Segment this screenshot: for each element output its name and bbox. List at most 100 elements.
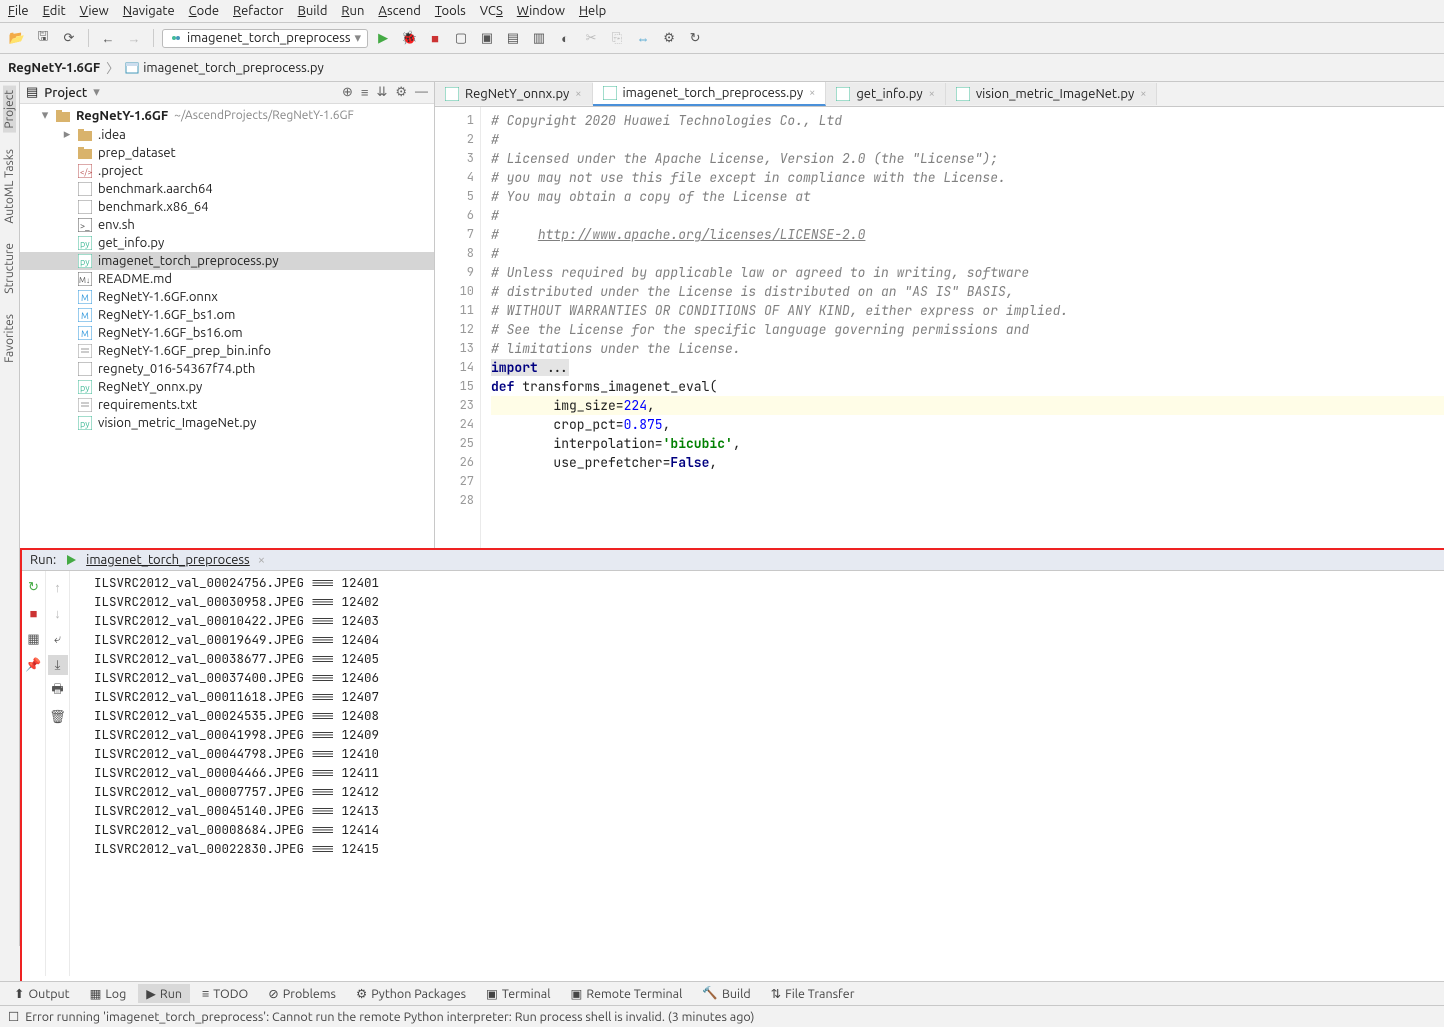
tree-item-readme-md[interactable]: M↓README.md xyxy=(20,270,434,288)
tb9-icon[interactable]: ⚙ xyxy=(658,27,680,49)
stop-icon[interactable]: ■ xyxy=(424,27,446,49)
tool-output[interactable]: ⬆Output xyxy=(6,984,78,1003)
tool-log[interactable]: ▦Log xyxy=(82,984,135,1003)
status-icon: ☐ xyxy=(8,1009,19,1024)
debug-icon[interactable]: 🐞 xyxy=(398,27,420,49)
menu-help[interactable]: Help xyxy=(579,4,606,18)
tree-item-get-info-py[interactable]: pyget_info.py xyxy=(20,234,434,252)
scroll-icon[interactable]: ⤓ xyxy=(48,655,68,675)
tool-file-transfer[interactable]: ⇅File Transfer xyxy=(763,984,863,1003)
tool-terminal[interactable]: ▣Terminal xyxy=(478,984,558,1003)
tb5-icon[interactable]: ◐ xyxy=(554,27,576,49)
problems-icon: ⊘ xyxy=(268,986,278,1001)
tb4-icon[interactable]: ▥ xyxy=(528,27,550,49)
rail-project[interactable]: Project xyxy=(3,86,16,133)
close-icon[interactable]: × xyxy=(575,88,581,100)
print-icon[interactable]: 🖶 xyxy=(48,681,68,701)
crumb-file[interactable]: imagenet_torch_preprocess.py xyxy=(143,61,324,75)
pin-icon[interactable]: 📌 xyxy=(24,655,44,675)
refresh-icon[interactable]: ⟳ xyxy=(58,27,80,49)
menu-edit[interactable]: Edit xyxy=(43,4,66,18)
layout-icon[interactable]: ▦ xyxy=(24,629,44,649)
menu-run[interactable]: Run xyxy=(341,4,364,18)
tree-item-regnety-1-6gf-bs16-om[interactable]: MRegNetY-1.6GF_bs16.om xyxy=(20,324,434,342)
tree-item--project[interactable]: </>.project xyxy=(20,162,434,180)
tree-item-regnety-016-54367f74-pth[interactable]: regnety_016-54367f74.pth xyxy=(20,360,434,378)
close-icon[interactable]: × xyxy=(1140,88,1146,100)
close-icon[interactable]: × xyxy=(258,553,265,567)
locate-icon[interactable]: ⊕ xyxy=(342,85,353,100)
tree-item--idea[interactable]: ▸.idea xyxy=(20,125,434,144)
tree-item-benchmark-aarch64[interactable]: benchmark.aarch64 xyxy=(20,180,434,198)
tree-root[interactable]: ▾RegNetY-1.6GF ~/AscendProjects/RegNetY-… xyxy=(20,106,434,125)
output-icon: ⬆ xyxy=(14,986,24,1001)
rerun-icon[interactable]: ↻ xyxy=(24,577,44,597)
tool-remote-terminal[interactable]: ▣Remote Terminal xyxy=(563,984,691,1003)
run-config-selector[interactable]: imagenet_torch_preprocess ▾ xyxy=(162,29,368,48)
menu-window[interactable]: Window xyxy=(517,4,565,18)
menu-file[interactable]: File xyxy=(8,4,29,18)
tb8-icon[interactable]: ⇔ xyxy=(632,27,654,49)
forward-icon[interactable]: → xyxy=(123,27,145,49)
menu-build[interactable]: Build xyxy=(298,4,328,18)
run-icon: ▶ xyxy=(146,986,156,1001)
dropdown-icon[interactable]: ▾ xyxy=(93,85,100,100)
up-icon[interactable]: ↑ xyxy=(48,577,68,597)
tool-python-packages[interactable]: ⚙Python Packages xyxy=(348,984,474,1003)
rail-automl-tasks[interactable]: AutoML Tasks xyxy=(3,145,16,228)
tb1-icon[interactable]: ▢ xyxy=(450,27,472,49)
gear-icon[interactable]: ⚙ xyxy=(395,85,407,100)
tree-item-regnety-1-6gf-onnx[interactable]: MRegNetY-1.6GF.onnx xyxy=(20,288,434,306)
tab-regnety-onnx-py[interactable]: RegNetY_onnx.py× xyxy=(435,83,593,105)
svg-text:M: M xyxy=(81,311,89,321)
tool-problems[interactable]: ⊘Problems xyxy=(260,984,344,1003)
menu-view[interactable]: View xyxy=(80,4,109,18)
menu-vcs[interactable]: VCS xyxy=(480,4,503,18)
wrap-icon[interactable]: ⤶ xyxy=(48,629,68,649)
menu-ascend[interactable]: Ascend xyxy=(378,4,420,18)
run-icon[interactable]: ▶ xyxy=(372,27,394,49)
tool-run[interactable]: ▶Run xyxy=(138,984,190,1003)
tb3-icon[interactable]: ▤ xyxy=(502,27,524,49)
open-icon[interactable]: 📂 xyxy=(6,27,28,49)
tree-item-prep-dataset[interactable]: prep_dataset xyxy=(20,144,434,162)
menu-refactor[interactable]: Refactor xyxy=(233,4,284,18)
close-icon[interactable]: × xyxy=(809,87,815,99)
save-icon[interactable]: 🖫 xyxy=(32,27,54,49)
tab-vision-metric-imagenet-py[interactable]: vision_metric_ImageNet.py× xyxy=(946,83,1158,105)
tree-item-regnety-1-6gf-prep-bin-info[interactable]: RegNetY-1.6GF_prep_bin.info xyxy=(20,342,434,360)
tb10-icon[interactable]: ↻ xyxy=(684,27,706,49)
tree-item-requirements-txt[interactable]: requirements.txt xyxy=(20,396,434,414)
trash-icon[interactable]: 🗑 xyxy=(48,707,68,727)
hide-icon[interactable]: — xyxy=(415,85,428,100)
stop-icon[interactable]: ■ xyxy=(24,603,44,623)
crumb-project[interactable]: RegNetY-1.6GF xyxy=(8,61,100,75)
tree-item-env-sh[interactable]: >_env.sh xyxy=(20,216,434,234)
back-icon[interactable]: ← xyxy=(97,27,119,49)
menu-code[interactable]: Code xyxy=(189,4,219,18)
tool-todo[interactable]: ≡TODO xyxy=(194,985,256,1003)
collapse-icon[interactable]: ⇊ xyxy=(376,85,387,100)
tb6-icon[interactable]: ✂ xyxy=(580,27,602,49)
tree-item-vision-metric-imagenet-py[interactable]: pyvision_metric_ImageNet.py xyxy=(20,414,434,432)
rail-favorites[interactable]: Favorites xyxy=(3,310,16,367)
tree-item-regnety-1-6gf-bs1-om[interactable]: MRegNetY-1.6GF_bs1.om xyxy=(20,306,434,324)
tab-imagenet-torch-preprocess-py[interactable]: imagenet_torch_preprocess.py× xyxy=(593,82,827,106)
close-icon[interactable]: × xyxy=(929,88,935,100)
menu-tools[interactable]: Tools xyxy=(435,4,466,18)
expand-icon[interactable]: ≡ xyxy=(361,85,369,100)
status-bar: ☐ Error running 'imagenet_torch_preproce… xyxy=(0,1005,1444,1027)
log-icon: ▦ xyxy=(90,986,102,1001)
run-tab-name[interactable]: imagenet_torch_preprocess xyxy=(86,553,250,567)
tab-get-info-py[interactable]: get_info.py× xyxy=(826,83,946,105)
tb2-icon[interactable]: ▣ xyxy=(476,27,498,49)
tree-item-benchmark-x86-64[interactable]: benchmark.x86_64 xyxy=(20,198,434,216)
down-icon[interactable]: ↓ xyxy=(48,603,68,623)
tree-item-imagenet-torch-preprocess-py[interactable]: pyimagenet_torch_preprocess.py xyxy=(20,252,434,270)
menu-navigate[interactable]: Navigate xyxy=(123,4,175,18)
rail-structure[interactable]: Structure xyxy=(3,239,16,298)
tree-item-regnety-onnx-py[interactable]: pyRegNetY_onnx.py xyxy=(20,378,434,396)
tool-build[interactable]: 🔨Build xyxy=(694,984,758,1003)
run-console[interactable]: ILSVRC2012_val_00024756.JPEG === 12401 I… xyxy=(70,571,1444,976)
tb7-icon[interactable]: ⎘ xyxy=(606,27,628,49)
